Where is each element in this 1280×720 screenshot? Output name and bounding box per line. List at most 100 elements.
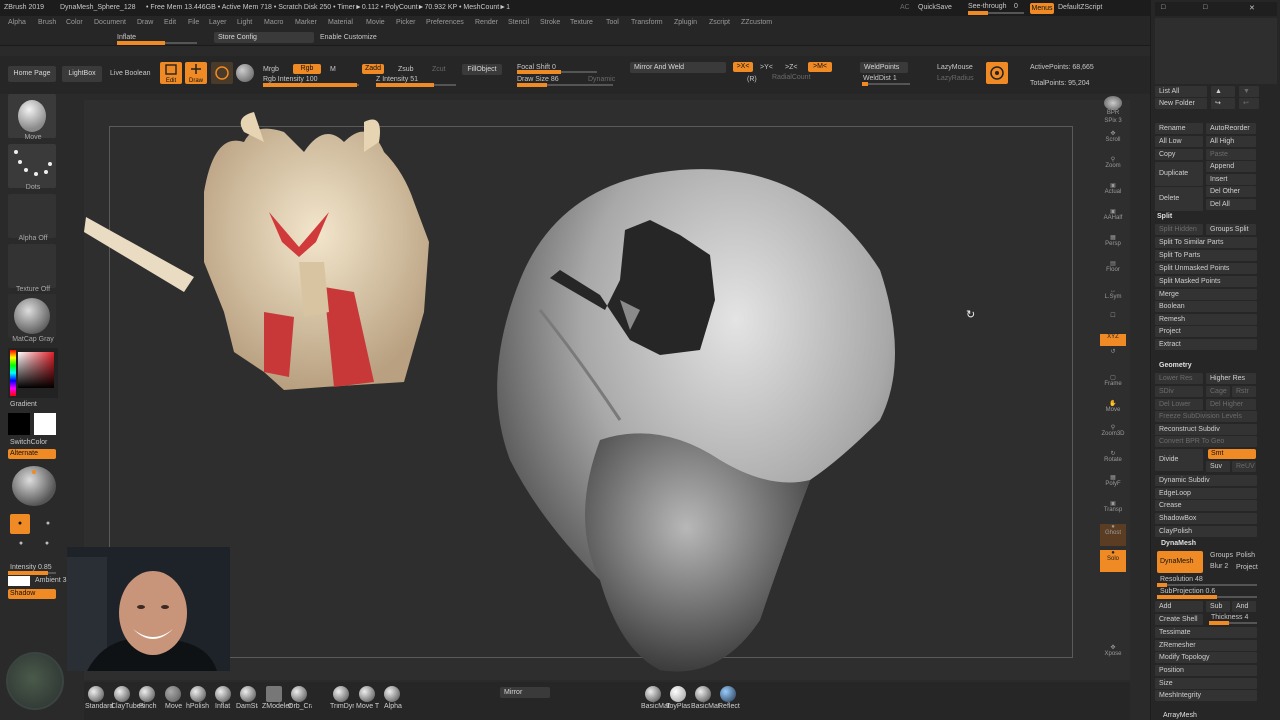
sub-button[interactable]: Sub	[1206, 601, 1230, 612]
z-axis-toggle[interactable]: >Z<	[785, 64, 797, 71]
hue-strip[interactable]	[10, 350, 16, 396]
close-icon[interactable]: ✕	[1249, 4, 1255, 12]
add-button[interactable]: Add	[1155, 601, 1203, 612]
rstr-button[interactable]: Rstr	[1232, 386, 1256, 397]
draw-button[interactable]: Draw	[185, 62, 207, 84]
menu-transform[interactable]: Transform	[631, 19, 663, 26]
store-config-button[interactable]: Store Config	[214, 32, 314, 43]
insert-button[interactable]: Insert	[1206, 174, 1256, 185]
menus-button[interactable]: Menus	[1030, 3, 1054, 14]
del-all-button[interactable]: Del All	[1206, 199, 1256, 210]
m-axis-toggle[interactable]: >M<	[808, 62, 832, 72]
modify-topology-section[interactable]: Modify Topology	[1155, 652, 1257, 663]
draw-size-slider[interactable]: Draw Size 86	[517, 76, 559, 83]
menu-render[interactable]: Render	[475, 19, 498, 26]
menu-zscript[interactable]: Zscript	[709, 19, 730, 26]
mirror-and-weld-button[interactable]: Mirror And Weld	[630, 62, 726, 73]
menu-light[interactable]: Light	[237, 19, 252, 26]
groups-split-button[interactable]: Groups Split	[1206, 224, 1256, 235]
shadowbox-section[interactable]: ShadowBox	[1155, 513, 1257, 524]
split-parts-button[interactable]: Split To Parts	[1155, 250, 1257, 261]
zoom-button[interactable]: ⚲ Zoom	[1100, 156, 1126, 178]
trimdynamic-brush-icon[interactable]	[333, 686, 349, 702]
freeze-subdiv-button[interactable]: Freeze SubDivision Levels	[1155, 411, 1257, 422]
split-unmasked-button[interactable]: Split Unmasked Points	[1155, 263, 1257, 274]
default-zscript-button[interactable]: DefaultZScript	[1058, 4, 1102, 11]
intensity-slider[interactable]: Intensity 0.85	[10, 564, 52, 571]
stroke-thumbnail[interactable]	[8, 144, 56, 188]
light-3-button[interactable]: ●	[12, 540, 30, 556]
alpha-brush-icon[interactable]	[384, 686, 400, 702]
rotate-button[interactable]: ↻ Rotate	[1100, 450, 1126, 472]
menu-alpha[interactable]: Alpha	[8, 19, 26, 26]
shadow-button[interactable]: Shadow	[8, 589, 56, 599]
solo-button[interactable]: ● Solo	[1100, 550, 1126, 572]
zremesher-section[interactable]: ZRemesher	[1155, 640, 1257, 651]
ambient-slider[interactable]: Ambient 3	[35, 577, 67, 584]
inflat-brush-icon[interactable]	[215, 686, 231, 702]
size-section[interactable]: Size	[1155, 678, 1257, 689]
dynamic-subdiv-section[interactable]: Dynamic Subdiv	[1155, 475, 1257, 486]
weld-dist-slider[interactable]: WeldDist 1	[863, 75, 897, 82]
reflect-material-icon[interactable]	[720, 686, 736, 702]
resolution-slider[interactable]: Resolution 48	[1160, 576, 1203, 583]
lock-button[interactable]: ☐	[1100, 312, 1126, 334]
menu-zzcustom[interactable]: ZZcustom	[741, 19, 772, 26]
tessimate-section[interactable]: Tessimate	[1155, 627, 1257, 638]
switch-color-button[interactable]: SwitchColor	[10, 439, 47, 446]
persp-button[interactable]: ▦ Persp	[1100, 234, 1126, 256]
blur-slider[interactable]: Blur 2	[1210, 563, 1228, 570]
del-higher-button[interactable]: Del Higher	[1206, 399, 1256, 410]
m-button[interactable]: M	[330, 66, 336, 73]
lazy-snap-button[interactable]	[986, 62, 1008, 84]
menu-brush[interactable]: Brush	[38, 19, 56, 26]
list-all-button[interactable]: List All	[1155, 86, 1207, 97]
menu-preferences[interactable]: Preferences	[426, 19, 464, 26]
brush-thumbnail[interactable]	[8, 94, 56, 138]
new-folder-button[interactable]: New Folder	[1155, 98, 1207, 109]
secondary-color-swatch[interactable]	[8, 413, 30, 435]
color-field[interactable]	[18, 352, 54, 388]
menu-stroke[interactable]: Stroke	[540, 19, 560, 26]
dynamesh-button[interactable]: DynaMesh	[1157, 551, 1203, 573]
frame-button[interactable]: ▢ Frame	[1100, 374, 1126, 396]
sdiv-slider[interactable]: SDiv	[1155, 386, 1203, 397]
duplicate-button[interactable]: Duplicate	[1155, 162, 1203, 186]
project-section[interactable]: Project	[1155, 326, 1257, 337]
geometry-section-header[interactable]: Geometry	[1159, 362, 1192, 369]
spix-slider[interactable]: SPix 3	[1100, 118, 1126, 128]
arrow-up-icon[interactable]: ▲	[1211, 86, 1235, 97]
move-button[interactable]: ✋ Move	[1100, 400, 1126, 422]
and-button[interactable]: And	[1232, 601, 1256, 612]
live-boolean-button[interactable]: Live Boolean	[110, 70, 150, 77]
fill-object-button[interactable]: FillObject	[462, 64, 502, 75]
edit-button[interactable]: Edit	[160, 62, 182, 84]
rgb-button[interactable]: Rgb	[293, 64, 321, 74]
menu-color[interactable]: Color	[66, 19, 83, 26]
zcut-button[interactable]: Zcut	[432, 66, 446, 73]
groups-toggle[interactable]: Groups	[1210, 552, 1233, 559]
basicmat-material-icon[interactable]	[645, 686, 661, 702]
claytubes-brush-icon[interactable]	[114, 686, 130, 702]
project-toggle[interactable]: Project	[1236, 564, 1258, 571]
gradient-label[interactable]: Gradient	[10, 401, 37, 408]
y-axis-toggle[interactable]: >Y<	[760, 64, 773, 71]
convert-bpr-button[interactable]: Convert BPR To Geo	[1155, 436, 1257, 447]
lower-res-button[interactable]: Lower Res	[1155, 373, 1203, 384]
create-shell-button[interactable]: Create Shell	[1155, 614, 1203, 625]
menu-layer[interactable]: Layer	[209, 19, 227, 26]
split-hidden-button[interactable]: Split Hidden	[1155, 224, 1203, 235]
radial-toggle[interactable]: (R)	[747, 76, 757, 83]
menu-stencil[interactable]: Stencil	[508, 19, 529, 26]
zoom3d-button[interactable]: ⚲ Zoom3D	[1100, 424, 1126, 446]
arrow-down-icon[interactable]: ▼	[1239, 86, 1259, 97]
edgeloop-section[interactable]: EdgeLoop	[1155, 488, 1257, 499]
position-section[interactable]: Position	[1155, 665, 1257, 676]
split-masked-button[interactable]: Split Masked Points	[1155, 276, 1257, 287]
scroll-button[interactable]: ✥ Scroll	[1100, 130, 1126, 152]
menu-picker[interactable]: Picker	[396, 19, 415, 26]
inflate-label[interactable]: Inflate	[117, 34, 136, 41]
floor-button[interactable]: ▤ Floor	[1100, 260, 1126, 282]
menu-draw[interactable]: Draw	[137, 19, 153, 26]
orb-cracks-brush-icon[interactable]	[291, 686, 307, 702]
